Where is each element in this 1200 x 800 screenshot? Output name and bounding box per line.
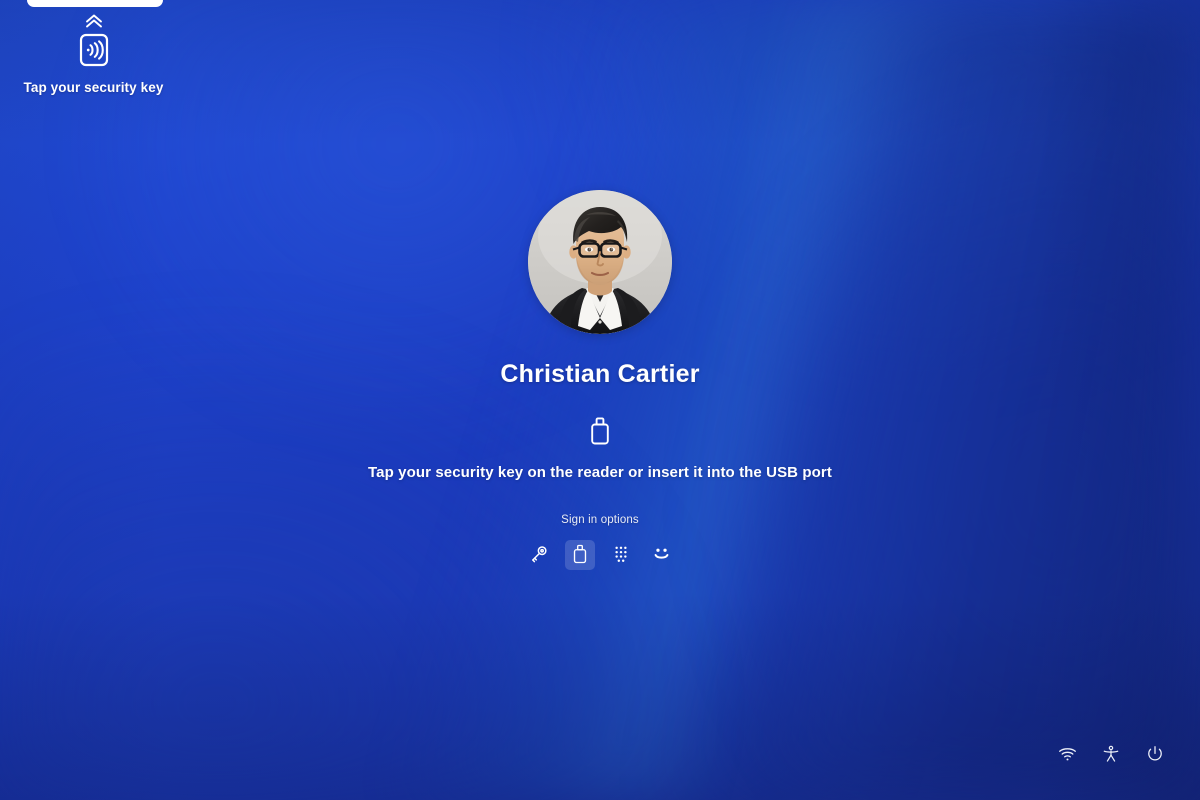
pin-option-button[interactable] [606, 540, 636, 570]
key-icon [529, 544, 549, 567]
security-key-prompt-text: Tap your security key [23, 80, 164, 95]
usb-security-key-icon [589, 416, 611, 446]
power-button[interactable] [1140, 740, 1170, 770]
sign-in-options-label: Sign in options [561, 514, 639, 526]
security-key-option-button[interactable] [564, 540, 595, 570]
accessibility-person-icon [1102, 745, 1120, 766]
login-panel: Christian Cartier Tap your security key … [0, 190, 1200, 570]
wifi-icon [1058, 746, 1077, 765]
sign-in-options-row [524, 540, 677, 570]
page-title: Christian Cartier [500, 360, 700, 388]
sign-in-hint: Tap your security key on the reader or i… [368, 464, 832, 481]
lock-screen: Tap your security key Christian Cartier … [0, 0, 1200, 800]
face-option-button[interactable] [647, 540, 677, 570]
nfc-contactless-icon [79, 33, 109, 72]
prompt-handle-bar[interactable] [26, 0, 163, 7]
pin-keypad-icon [611, 544, 631, 567]
password-option-button[interactable] [524, 540, 554, 570]
double-chevron-up-icon[interactable] [82, 13, 106, 29]
network-button[interactable] [1052, 740, 1082, 770]
security-key-prompt[interactable]: Tap your security key [0, 0, 187, 95]
usb-security-key-icon [571, 543, 589, 568]
system-tray [1052, 740, 1170, 770]
face-smiley-icon [651, 543, 672, 567]
accessibility-button[interactable] [1096, 740, 1126, 770]
avatar[interactable] [528, 190, 672, 334]
power-icon [1146, 745, 1164, 766]
